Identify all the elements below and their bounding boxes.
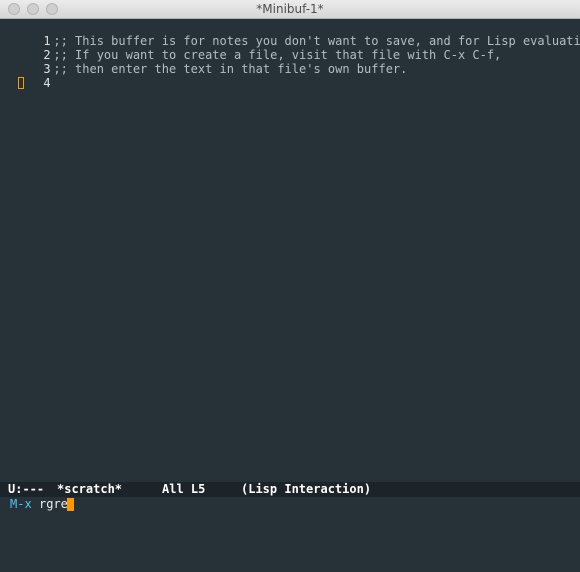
modeline-buffer-name[interactable]: *scratch* <box>57 482 122 497</box>
buffer-line[interactable]: 4 <box>0 62 53 90</box>
minibuffer-cursor <box>67 498 74 511</box>
mode-line: U:--- *scratch* All L5 (Lisp Interaction… <box>0 482 580 497</box>
buffer-line[interactable]: 1;; This buffer is for notes you don't w… <box>0 20 580 48</box>
line-text[interactable]: ;; then enter the text in that file's ow… <box>53 62 407 76</box>
line-number: 4 <box>43 76 51 90</box>
emacs-window: *Minibuf-1* 1;; This buffer is for notes… <box>0 0 580 513</box>
minibuffer-input[interactable]: rgre <box>39 497 68 511</box>
buffer-line[interactable]: 2;; If you want to create a file, visit … <box>0 34 501 62</box>
buffer-cursor <box>18 77 24 89</box>
modeline-major-mode[interactable]: (Lisp Interaction) <box>241 482 371 497</box>
window-title: *Minibuf-1* <box>256 2 324 16</box>
scratch-buffer[interactable]: 1;; This buffer is for notes you don't w… <box>0 19 580 482</box>
modeline-status: U:--- <box>8 482 45 496</box>
title-bar: *Minibuf-1* <box>0 0 580 19</box>
minibuffer-prompt: M-x <box>10 497 32 511</box>
buffer-line[interactable]: 3;; then enter the text in that file's o… <box>0 48 407 76</box>
modeline-position: All L5 <box>162 482 206 496</box>
minibuffer[interactable]: M-x rgre <box>0 497 580 513</box>
